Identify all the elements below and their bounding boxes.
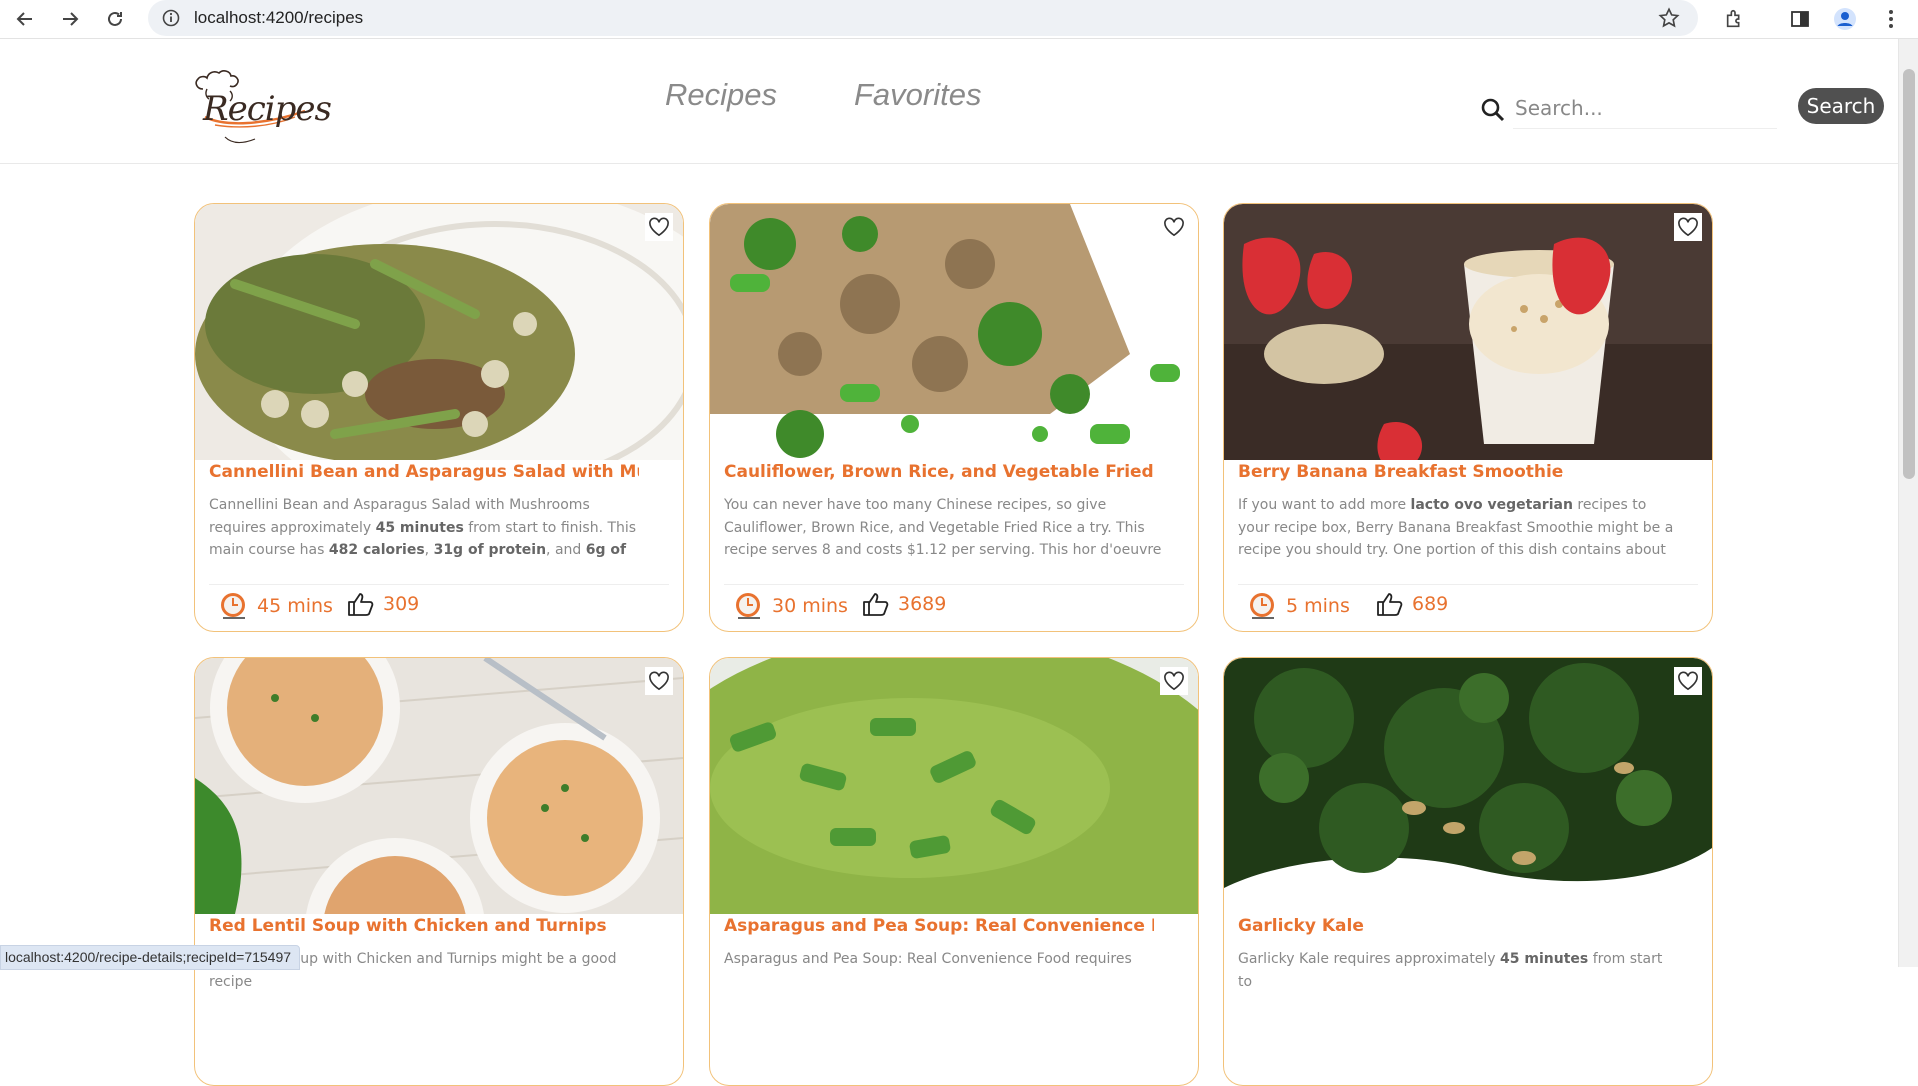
recipe-description: Asparagus and Pea Soup: Real Convenience… — [724, 951, 1132, 967]
recipes-logo[interactable]: Recipes — [185, 59, 332, 151]
url-text[interactable]: localhost:4200/recipes — [194, 8, 363, 28]
nav-recipes[interactable]: Recipes — [665, 77, 777, 113]
recipe-image[interactable] — [195, 204, 683, 460]
recipe-meta: 45 mins 309 — [209, 584, 669, 625]
recipe-image[interactable] — [195, 658, 683, 914]
recipe-card[interactable]: Asparagus and Pea Soup: Real Convenience… — [709, 657, 1199, 1086]
recipe-image[interactable] — [1224, 204, 1712, 460]
recipe-likes: 309 — [347, 591, 419, 617]
recipe-card[interactable]: Garlicky Kale Garlicky Kale requires app… — [1223, 657, 1713, 1086]
recipe-title[interactable]: Cannellini Bean and Asparagus Salad with… — [209, 462, 639, 482]
recipe-title[interactable]: Asparagus and Pea Soup: Real Convenience… — [724, 916, 1154, 936]
heart-icon — [649, 671, 669, 691]
nav-favorites[interactable]: Favorites — [854, 77, 981, 113]
recipe-time: 5 mins — [1248, 591, 1350, 621]
time-text: 5 mins — [1286, 595, 1350, 617]
recipe-image[interactable] — [710, 204, 1198, 460]
extensions-icon[interactable] — [1720, 4, 1750, 34]
forward-button[interactable] — [55, 4, 85, 34]
likes-text: 309 — [383, 593, 420, 615]
time-text: 45 mins — [257, 595, 333, 617]
status-url-tooltip: localhost:4200/recipe-details;recipeId=7… — [0, 945, 301, 970]
clock-icon — [221, 593, 245, 619]
browser-toolbar: localhost:4200/recipes — [0, 0, 1918, 39]
recipe-title[interactable]: Berry Banana Breakfast Smoothie — [1238, 462, 1668, 482]
favorite-heart-button[interactable] — [1674, 667, 1702, 695]
recipe-card[interactable]: Berry Banana Breakfast Smoothie If you w… — [1223, 203, 1713, 632]
search-input[interactable] — [1513, 88, 1777, 129]
search-box — [1480, 88, 1800, 129]
recipe-description: If you want to add more lacto ovo vegeta… — [1238, 497, 1674, 558]
recipe-title[interactable]: Red Lentil Soup with Chicken and Turnips — [209, 916, 639, 936]
favorite-heart-button[interactable] — [1160, 213, 1188, 241]
recipe-likes: 689 — [1376, 591, 1448, 617]
recipe-card[interactable]: Cannellini Bean and Asparagus Salad with… — [194, 203, 684, 632]
address-bar[interactable]: localhost:4200/recipes — [148, 0, 1698, 36]
search-icon — [1480, 97, 1506, 127]
favorite-heart-button[interactable] — [1674, 213, 1702, 241]
heart-icon — [1164, 217, 1184, 237]
search-button[interactable]: Search — [1798, 88, 1884, 124]
recipe-meta: 30 mins 3689 — [724, 584, 1184, 625]
profile-avatar-icon[interactable] — [1830, 4, 1860, 34]
likes-text: 689 — [1412, 593, 1449, 615]
heart-icon — [1164, 671, 1184, 691]
favorite-heart-button[interactable] — [645, 213, 673, 241]
recipe-card[interactable]: Cauliflower, Brown Rice, and Vegetable F… — [709, 203, 1199, 632]
recipe-meta: 5 mins 689 — [1238, 584, 1698, 625]
thumbs-up-icon — [1377, 593, 1403, 616]
thumbs-up-icon — [863, 593, 889, 616]
clock-icon — [1250, 593, 1274, 619]
heart-icon — [1678, 671, 1698, 691]
reload-button[interactable] — [100, 4, 130, 34]
recipe-description: You can never have too many Chinese reci… — [724, 497, 1162, 558]
heart-icon — [649, 217, 669, 237]
time-text: 30 mins — [772, 595, 848, 617]
recipe-time: 30 mins — [734, 591, 848, 621]
recipe-likes: 3689 — [862, 591, 946, 617]
recipe-title[interactable]: Cauliflower, Brown Rice, and Vegetable F… — [724, 462, 1154, 482]
app-header: Recipes Recipes Favorites Search — [0, 39, 1898, 164]
favorite-heart-button[interactable] — [645, 667, 673, 695]
back-button[interactable] — [10, 4, 40, 34]
recipe-image[interactable] — [1224, 658, 1712, 914]
likes-text: 3689 — [898, 593, 947, 615]
scrollbar-thumb[interactable] — [1903, 69, 1915, 479]
bookmark-star-icon[interactable] — [1658, 7, 1680, 33]
recipe-description: Garlicky Kale requires approximately 45 … — [1238, 951, 1663, 990]
logo-text: Recipes — [203, 89, 332, 129]
side-panel-icon[interactable] — [1785, 4, 1815, 34]
recipe-card[interactable]: Red Lentil Soup with Chicken and Turnips… — [194, 657, 684, 1086]
site-info-icon[interactable] — [162, 9, 180, 31]
recipe-time: 45 mins — [219, 591, 333, 621]
browser-menu-icon[interactable] — [1876, 4, 1906, 34]
favorite-heart-button[interactable] — [1160, 667, 1188, 695]
thumbs-up-icon — [348, 593, 374, 616]
page-scrollbar[interactable] — [1898, 39, 1918, 967]
clock-icon — [736, 593, 760, 619]
recipe-image[interactable] — [710, 658, 1198, 914]
heart-icon — [1678, 217, 1698, 237]
recipe-description: Cannellini Bean and Asparagus Salad with… — [209, 497, 637, 558]
recipe-title[interactable]: Garlicky Kale — [1238, 916, 1668, 936]
